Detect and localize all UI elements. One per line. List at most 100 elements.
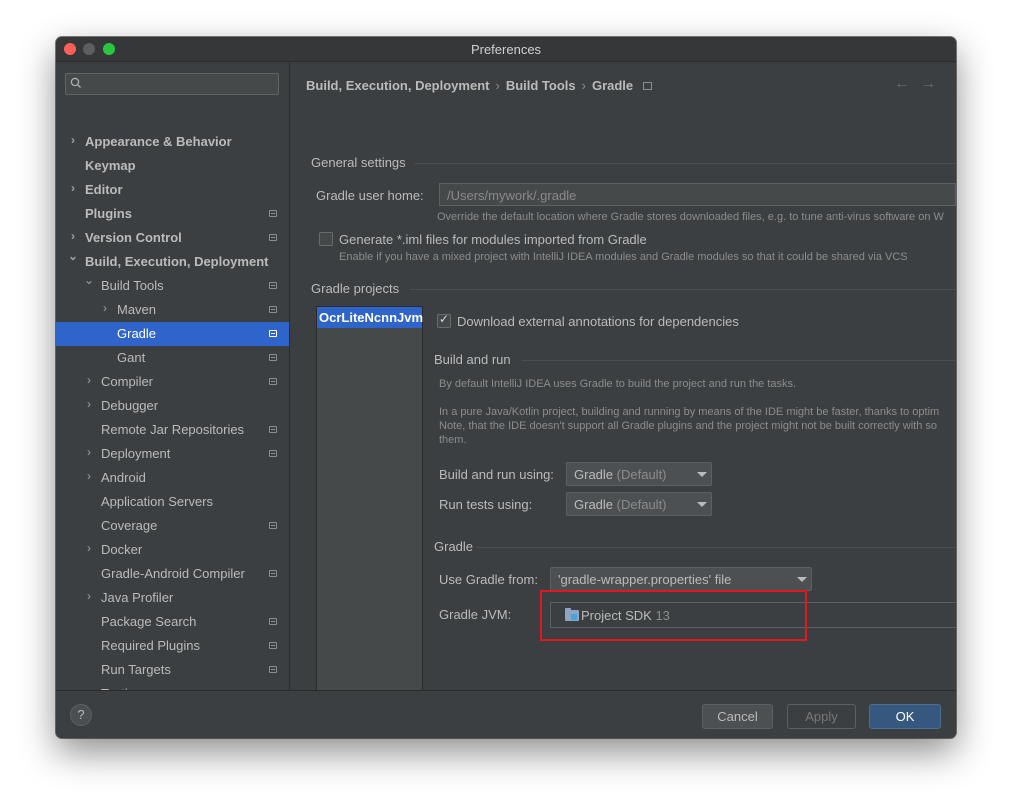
settings-sidebar: › Appearance & Behavior Keymap › Editor Plugi… bbox=[56, 62, 290, 690]
sidebar-item[interactable]: Remote Jar Repositories bbox=[56, 418, 289, 442]
section-divider bbox=[410, 289, 956, 290]
sidebar-item-label: Debugger bbox=[101, 398, 159, 413]
select-default-suffix: (Default) bbox=[616, 497, 667, 512]
sidebar-item-label: Package Search bbox=[101, 614, 197, 629]
sidebar-item[interactable]: › Android bbox=[56, 466, 289, 490]
gradle-user-home-field[interactable]: /Users/mywork/.gradle bbox=[439, 183, 956, 206]
chevron-right-icon[interactable]: › bbox=[84, 469, 94, 483]
sidebar-item[interactable]: Required Plugins bbox=[56, 634, 289, 658]
sidebar-item[interactable]: Testing bbox=[56, 682, 289, 690]
build-run-description: them. bbox=[439, 434, 467, 446]
forward-arrow-icon[interactable]: → bbox=[920, 75, 936, 93]
breadcrumb-item[interactable]: Build, Execution, Deployment bbox=[306, 78, 489, 93]
select-value: Gradle bbox=[574, 497, 614, 512]
sidebar-item[interactable]: › Deployment bbox=[56, 442, 289, 466]
sidebar-item-label: Run Targets bbox=[101, 662, 171, 677]
build-run-description: By default IntelliJ IDEA uses Gradle to … bbox=[439, 378, 797, 390]
sidebar-item[interactable]: Application Servers bbox=[56, 490, 289, 514]
section-divider bbox=[476, 547, 956, 548]
sidebar-item[interactable]: Package Search bbox=[56, 610, 289, 634]
generate-iml-checkbox[interactable] bbox=[319, 232, 333, 246]
sidebar-item[interactable]: › Compiler bbox=[56, 370, 289, 394]
apply-button[interactable]: Apply bbox=[787, 704, 856, 729]
project-scope-icon bbox=[269, 618, 277, 625]
breadcrumb-item[interactable]: Build Tools bbox=[506, 78, 576, 93]
sidebar-item[interactable]: Plugins bbox=[56, 202, 289, 226]
project-scope-icon bbox=[643, 82, 653, 90]
project-scope-icon bbox=[269, 330, 277, 337]
sidebar-item[interactable]: Gradle-Android Compiler bbox=[56, 562, 289, 586]
dropdown-arrow-icon bbox=[695, 496, 707, 508]
project-scope-icon bbox=[269, 666, 277, 673]
sidebar-item[interactable]: › Docker bbox=[56, 538, 289, 562]
gradle-jvm-label: Gradle JVM: bbox=[439, 607, 512, 622]
chevron-right-icon[interactable]: › bbox=[84, 397, 94, 411]
build-and-run-using-select[interactable]: Gradle (Default) bbox=[566, 462, 712, 486]
project-scope-icon bbox=[269, 354, 277, 361]
use-gradle-from-select[interactable]: 'gradle-wrapper.properties' file bbox=[550, 567, 812, 591]
project-scope-icon bbox=[269, 426, 277, 433]
sidebar-item[interactable]: Keymap bbox=[56, 154, 289, 178]
chevron-right-icon[interactable]: › bbox=[84, 541, 94, 555]
general-settings-title: General settings bbox=[311, 155, 406, 170]
gradle-settings-panel: Build, Execution, Deployment › Build Tools… bbox=[290, 62, 956, 690]
sidebar-item[interactable]: › Java Profiler bbox=[56, 586, 289, 610]
sidebar-item[interactable]: › Maven bbox=[56, 298, 289, 322]
cancel-button[interactable]: Cancel bbox=[702, 704, 773, 729]
chevron-right-icon[interactable]: › bbox=[84, 445, 94, 459]
dialog-footer: ? Cancel Apply OK bbox=[56, 690, 956, 738]
chevron-right-icon[interactable]: › bbox=[68, 229, 78, 243]
sidebar-item[interactable]: ⌄ Build, Execution, Deployment bbox=[56, 249, 289, 274]
sidebar-item[interactable]: Coverage bbox=[56, 514, 289, 538]
download-annotations-checkbox[interactable]: ✓ bbox=[437, 312, 451, 328]
build-run-description: Note, that the IDE doesn't support all G… bbox=[439, 420, 937, 432]
breadcrumb-separator: › bbox=[495, 78, 500, 93]
sidebar-item-label: Remote Jar Repositories bbox=[101, 422, 245, 437]
sidebar-item-label: Keymap bbox=[85, 158, 136, 173]
project-scope-icon bbox=[269, 450, 277, 457]
sidebar-item-label: Editor bbox=[85, 182, 123, 197]
search-icon bbox=[70, 77, 83, 92]
sidebar-item[interactable]: Run Targets bbox=[56, 658, 289, 682]
build-and-run-using-label: Build and run using: bbox=[439, 467, 554, 482]
download-annotations-label[interactable]: Download external annotations for depend… bbox=[457, 314, 739, 329]
run-tests-using-select[interactable]: Gradle (Default) bbox=[566, 492, 712, 516]
window-title: Preferences bbox=[470, 42, 542, 57]
sidebar-item[interactable]: Gradle bbox=[56, 322, 289, 346]
chevron-down-icon[interactable]: ⌄ bbox=[84, 273, 94, 287]
chevron-right-icon[interactable]: › bbox=[68, 181, 78, 195]
sidebar-item-label: Application Servers bbox=[101, 494, 213, 509]
gradle-projects-list[interactable]: OcrLiteNcnnJvm bbox=[316, 306, 423, 690]
breadcrumb-item: Gradle bbox=[591, 78, 634, 93]
project-list-item[interactable]: OcrLiteNcnnJvm bbox=[317, 307, 423, 328]
checkmark-icon: ✓ bbox=[439, 312, 450, 326]
sidebar-item[interactable]: › Debugger bbox=[56, 394, 289, 418]
section-divider bbox=[522, 360, 956, 361]
sidebar-item[interactable]: › Editor bbox=[56, 178, 289, 202]
generate-iml-hint: Enable if you have a mixed project with … bbox=[339, 251, 908, 263]
section-divider bbox=[414, 163, 956, 164]
sidebar-item[interactable]: › Version Control bbox=[56, 226, 289, 250]
gradle-user-home-hint: Override the default location where Grad… bbox=[437, 211, 944, 223]
sidebar-item-label: Java Profiler bbox=[101, 590, 174, 605]
generate-iml-label[interactable]: Generate *.iml files for modules importe… bbox=[339, 232, 647, 247]
sidebar-item[interactable]: Gant bbox=[56, 346, 289, 370]
sidebar-item[interactable]: ⌄ Build Tools bbox=[56, 273, 289, 298]
gradle-user-home-label: Gradle user home: bbox=[316, 188, 424, 203]
breadcrumb: Build, Execution, Deployment › Build Tools… bbox=[306, 78, 653, 93]
sidebar-item-label: Version Control bbox=[85, 230, 182, 245]
select-value: 'gradle-wrapper.properties' file bbox=[558, 572, 732, 587]
chevron-right-icon[interactable]: › bbox=[84, 589, 94, 603]
ok-button[interactable]: OK bbox=[869, 704, 941, 729]
sidebar-item-label: Maven bbox=[117, 302, 157, 317]
search-input[interactable] bbox=[65, 73, 279, 95]
dropdown-arrow-icon bbox=[795, 571, 807, 583]
help-button[interactable]: ? bbox=[70, 704, 92, 726]
chevron-right-icon[interactable]: › bbox=[68, 133, 78, 147]
back-arrow-icon[interactable]: ← bbox=[894, 75, 910, 93]
sidebar-item[interactable]: › Appearance & Behavior bbox=[56, 130, 289, 154]
breadcrumb-separator: › bbox=[581, 78, 586, 93]
chevron-right-icon[interactable]: › bbox=[84, 373, 94, 387]
chevron-right-icon[interactable]: › bbox=[100, 301, 110, 315]
chevron-down-icon[interactable]: ⌄ bbox=[68, 249, 78, 263]
